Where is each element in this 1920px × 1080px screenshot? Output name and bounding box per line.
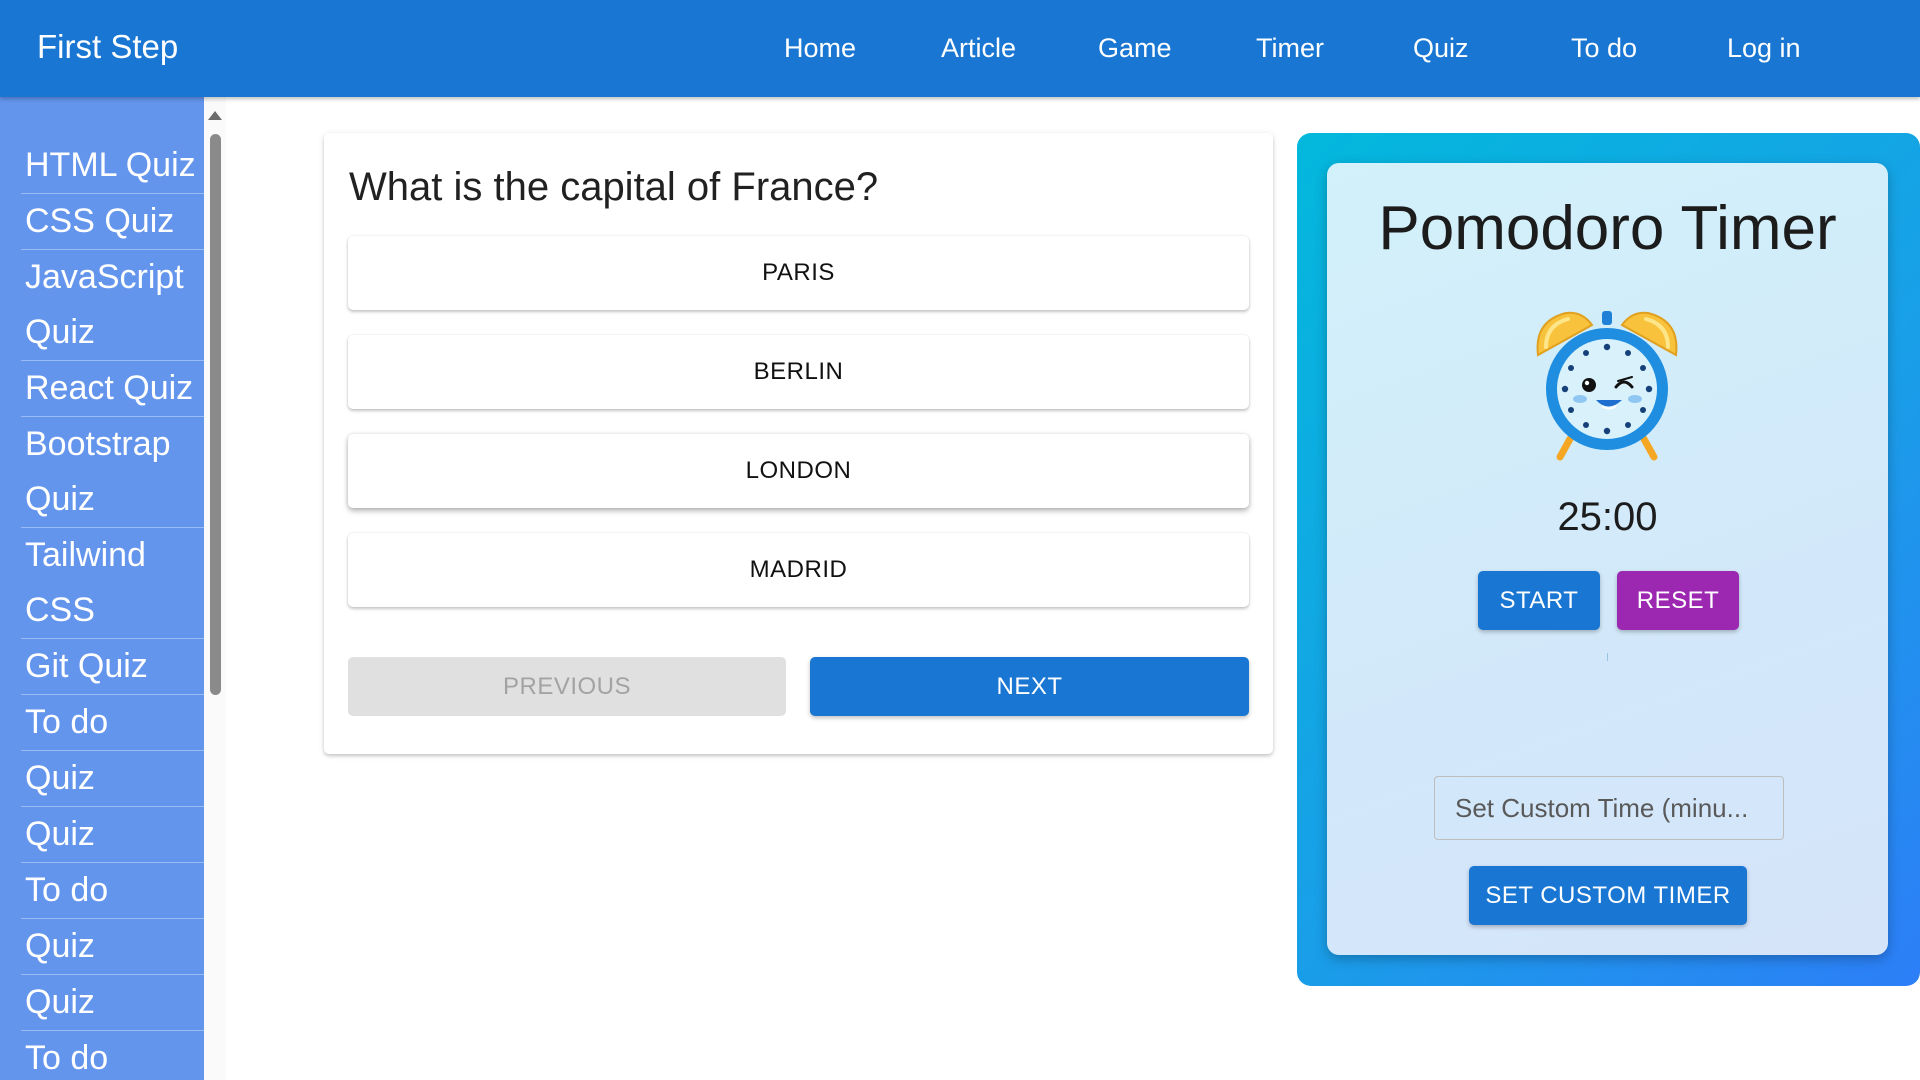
sidebar-item-label: Quiz (25, 313, 95, 351)
sidebar-item[interactable]: JavaScript Quiz (21, 250, 204, 361)
nav-todo[interactable]: To do (1571, 30, 1637, 66)
custom-time-input[interactable] (1434, 776, 1784, 840)
sidebar-item-label: To do (25, 703, 109, 741)
timer-display: 25:00 (1557, 495, 1658, 539)
sidebar-item-label: Tailwind (25, 536, 146, 574)
quiz-question: What is the capital of France? (349, 165, 879, 209)
answer-option-berlin[interactable]: BERLIN (348, 335, 1249, 409)
nav-game[interactable]: Game (1098, 30, 1172, 66)
sidebar-item[interactable]: Quiz (21, 807, 204, 863)
sidebar-item[interactable]: Bootstrap Quiz (21, 417, 204, 528)
sidebar-item-label: JavaScript (25, 258, 184, 296)
quiz-card: What is the capital of France? PARIS BER… (324, 133, 1273, 754)
timer-title: Pomodoro Timer (1378, 194, 1837, 263)
sidebar-item[interactable]: To do (21, 1031, 204, 1080)
sidebar-item[interactable]: HTML Quiz (21, 138, 204, 194)
sidebar-scrollbar[interactable] (204, 97, 226, 1080)
alarm-clock-icon (1532, 303, 1682, 463)
answer-option-madrid[interactable]: MADRID (348, 533, 1249, 607)
brand-title[interactable]: First Step (37, 27, 178, 67)
sidebar-item-label: To do (25, 1039, 109, 1077)
sidebar-item-label: CSS (25, 591, 95, 629)
sidebar-item[interactable]: React Quiz (21, 361, 204, 417)
nav-quiz[interactable]: Quiz (1413, 30, 1469, 66)
answer-option-london[interactable]: LONDON (348, 434, 1249, 508)
answer-option-paris[interactable]: PARIS (348, 236, 1249, 310)
sidebar-item-label: Quiz (25, 815, 95, 853)
sidebar-item-label: CSS Quiz (25, 202, 175, 240)
nav-home[interactable]: Home (784, 30, 856, 66)
top-app-bar: First Step Home Article Game Timer Quiz … (0, 0, 1920, 97)
sidebar: HTML Quiz CSS Quiz JavaScript Quiz React Qui… (0, 97, 204, 1080)
sidebar-item[interactable]: CSS Quiz (21, 194, 204, 250)
sidebar-item[interactable]: Git Quiz (21, 639, 204, 695)
sidebar-item[interactable]: Tailwind CSS (21, 528, 204, 639)
sidebar-item[interactable]: Quiz (21, 919, 204, 975)
sidebar-item-label: Quiz (25, 480, 95, 518)
sidebar-item-label: Quiz (25, 983, 95, 1021)
reset-button[interactable]: RESET (1617, 571, 1739, 630)
alarm-clock-icon-graphic (1536, 311, 1678, 461)
timer-progress-indicator (1607, 653, 1608, 661)
sidebar-item[interactable]: To do (21, 863, 204, 919)
nav-timer[interactable]: Timer (1256, 30, 1324, 66)
scroll-up-arrow-icon[interactable] (208, 111, 222, 120)
sidebar-item-label: To do (25, 871, 109, 909)
sidebar-item-label: Quiz (25, 927, 95, 965)
previous-button[interactable]: PREVIOUS (348, 657, 786, 716)
sidebar-list: HTML Quiz CSS Quiz JavaScript Quiz React Qui… (0, 138, 204, 1080)
sidebar-item[interactable]: Quiz (21, 975, 204, 1031)
sidebar-item-label: HTML Quiz (25, 146, 196, 184)
scrollbar-thumb[interactable] (210, 134, 221, 695)
sidebar-item-label: React Quiz (25, 369, 194, 407)
pomodoro-card: Pomodoro Timer 25:00 START RESET Set Cus… (1327, 163, 1888, 955)
nav-login[interactable]: Log in (1727, 30, 1801, 66)
nav-article[interactable]: Article (941, 30, 1016, 66)
sidebar-item[interactable]: To do (21, 695, 204, 751)
sidebar-item[interactable]: Quiz (21, 751, 204, 807)
next-button[interactable]: NEXT (810, 657, 1249, 716)
pomodoro-panel: Pomodoro Timer 25:00 START RESET Set Cus… (1297, 133, 1920, 986)
sidebar-item-label: Quiz (25, 759, 95, 797)
sidebar-item-label: Git Quiz (25, 647, 148, 685)
start-button[interactable]: START (1478, 571, 1600, 630)
set-custom-timer-button[interactable]: SET CUSTOM TIMER (1469, 866, 1747, 925)
sidebar-item-label: Bootstrap (25, 425, 171, 463)
